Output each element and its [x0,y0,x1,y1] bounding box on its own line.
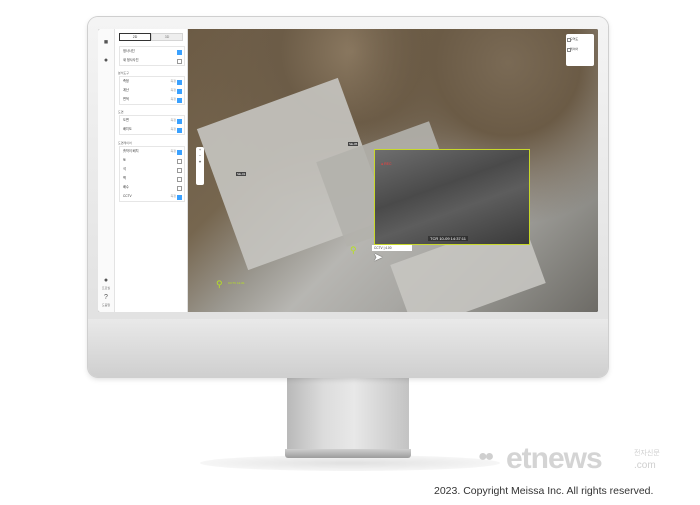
recording-indicator: ● REC [381,162,392,166]
checkbox[interactable] [177,168,182,173]
list-item[interactable]: 도면 측정 [120,116,184,125]
map-marker[interactable]: SE-05 [348,142,359,146]
list-item[interactable]: 토 [120,156,184,165]
orthophoto-group: 정사사진 새 정사사진 [119,46,185,66]
cctv-video-popup[interactable]: ● REC TCR 10-09 14:37:11 [374,149,530,245]
view-tabs: 2D 3D [119,33,183,41]
checkbox[interactable] [177,50,182,55]
logo-cn: 전자신문 [634,450,660,457]
zoom-control: + − ⌖ [196,147,204,185]
list-item[interactable]: 배치도 측정 [120,125,184,134]
video-timestamp: TCR 10-09 14:37:11 [428,236,468,241]
checkbox[interactable] [177,98,182,103]
help-icon[interactable]: ? [102,294,110,302]
etnews-logo: ●● etnews 전자신문 .com [478,442,668,476]
logo-dots-icon: ●● [478,448,494,465]
checkbox[interactable] [177,150,182,155]
logo-text: etnews [506,442,603,475]
checkbox[interactable] [177,128,182,133]
layer-group: 흙막이 배치 측정 토 석 벽 배수 CCTV 측정 [119,146,185,202]
checkbox[interactable] [177,119,182,124]
list-item[interactable]: CCTV 측정 [120,192,184,201]
user-icon[interactable]: ● [102,57,110,65]
aerial-map[interactable]: 구역도 레이어 + − ⌖ SE-05 SE-01 ● REC TCR 10-0… [188,29,598,312]
profile-label: 프로필 [101,286,111,290]
checkbox[interactable] [177,186,182,191]
screen: ■ ● ● 프로필 ? 도움말 2D 3D 정사사진 새 정사사진 분석도구 측 [98,29,598,312]
map-marker[interactable]: SE-01 [236,172,247,176]
analysis-group: 측정 측정 계산 측정 면적 측정 [119,76,185,105]
logo-domain: .com [634,460,656,471]
monitor-stand [287,377,409,449]
checkbox[interactable] [177,159,182,164]
imac-monitor: ■ ● ● 프로필 ? 도움말 2D 3D 정사사진 새 정사사진 분석도구 측 [88,17,608,377]
list-item[interactable]: 정사사진 [120,47,184,56]
list-item[interactable]: 석 [120,165,184,174]
profile-icon[interactable]: ● [102,277,110,285]
icon-rail: ■ ● ● 프로필 ? 도움말 [98,29,115,312]
checkbox[interactable] [177,89,182,94]
legend-item[interactable]: 구역도 [566,34,594,44]
monitor-foot [285,449,411,458]
checkbox[interactable] [177,177,182,182]
folder-icon[interactable]: ■ [102,39,110,47]
monitor-chin [88,319,608,377]
list-item[interactable]: 새 정사사진 [120,56,184,65]
checkbox[interactable] [177,195,182,200]
help-label: 도움말 [101,303,111,307]
copyright-text: 2023. Copyright Meissa Inc. All rights r… [434,485,654,497]
list-item[interactable]: 배수 [120,183,184,192]
drawing-group: 도면 측정 배치도 측정 [119,115,185,135]
legend-panel: 구역도 레이어 [566,34,594,66]
list-item[interactable]: 벽 [120,174,184,183]
pin-label: CCTV 12-01 [228,281,245,285]
cursor-icon: ➤ [373,250,384,264]
list-item[interactable]: 면적 측정 [120,95,184,104]
tab-2d[interactable]: 2D [119,33,151,41]
camera-pin-icon[interactable]: ⚲ [350,245,357,256]
layer-panel: 2D 3D 정사사진 새 정사사진 분석도구 측정 측정 계산 측정 면적 측정 도면… [115,29,188,312]
checkbox[interactable] [177,59,182,64]
recenter-button[interactable]: ⌖ [196,159,204,165]
meissa-app: ■ ● ● 프로필 ? 도움말 2D 3D 정사사진 새 정사사진 분석도구 측 [98,29,598,312]
list-item[interactable]: 측정 측정 [120,77,184,86]
tab-3d[interactable]: 3D [151,33,183,41]
legend-item[interactable]: 레이어 [566,44,594,54]
checkbox[interactable] [177,80,182,85]
list-item[interactable]: 흙막이 배치 측정 [120,147,184,156]
list-item[interactable]: 계산 측정 [120,86,184,95]
camera-pin-icon[interactable]: ⚲ [216,279,223,290]
